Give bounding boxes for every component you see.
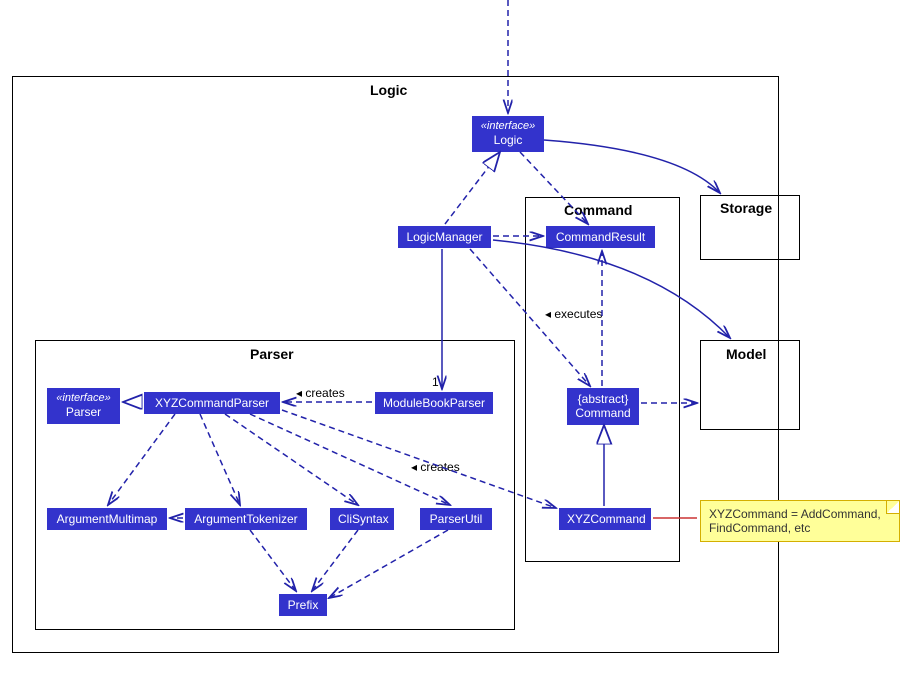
stereo-interface: «interface» — [480, 120, 536, 133]
class-name: Command — [575, 406, 631, 420]
label-executes: ◂ executes — [545, 307, 602, 321]
class-xyz-command-parser: XYZCommandParser — [144, 392, 280, 414]
class-interface-logic: «interface» Logic — [472, 116, 544, 152]
note-xyz-command: XYZCommand = AddCommand, FindCommand, et… — [700, 500, 900, 542]
class-xyz-command: XYZCommand — [559, 508, 651, 530]
class-abstract-command: {abstract} Command — [567, 388, 639, 425]
class-parser-util: ParserUtil — [420, 508, 492, 530]
class-argument-tokenizer: ArgumentTokenizer — [185, 508, 307, 530]
label-multiplicity-1: 1 — [432, 375, 439, 389]
class-name: Logic — [480, 133, 536, 147]
abstract-stereo: {abstract} — [575, 392, 631, 406]
class-argument-multimap: ArgumentMultimap — [47, 508, 167, 530]
note-line1: XYZCommand = AddCommand, — [709, 507, 891, 521]
class-logic-manager: LogicManager — [398, 226, 491, 248]
class-cli-syntax: CliSyntax — [330, 508, 394, 530]
class-interface-parser: «interface» Parser — [47, 388, 120, 424]
label-creates-2: ◂ creates — [411, 460, 460, 474]
package-label-command: Command — [564, 202, 632, 218]
package-parser — [35, 340, 515, 630]
package-label-logic: Logic — [370, 82, 407, 98]
class-name: Parser — [55, 405, 112, 419]
class-command-result: CommandResult — [546, 226, 655, 248]
class-prefix: Prefix — [279, 594, 327, 616]
note-line2: FindCommand, etc — [709, 521, 891, 535]
class-module-book-parser: ModuleBookParser — [375, 392, 493, 414]
note-corner — [886, 501, 899, 514]
package-label-model: Model — [726, 346, 766, 362]
package-label-parser: Parser — [250, 346, 294, 362]
stereo-interface: «interface» — [55, 392, 112, 405]
package-label-storage: Storage — [720, 200, 772, 216]
label-creates-1: ◂ creates — [296, 386, 345, 400]
